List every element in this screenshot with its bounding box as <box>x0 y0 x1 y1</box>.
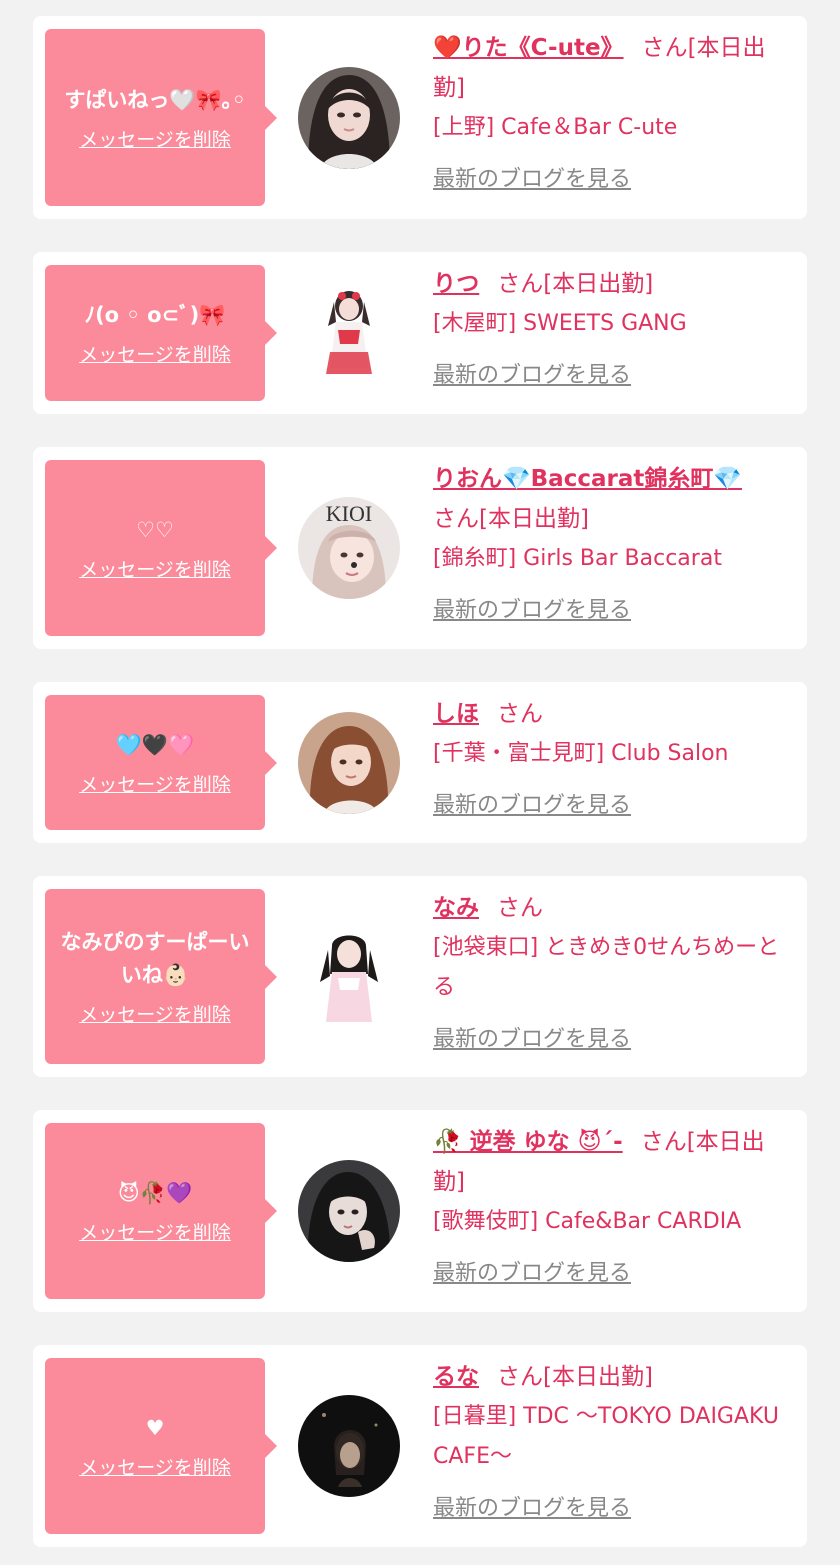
message-bubble: ♥ メッセージを削除 <box>45 1358 277 1534</box>
list-item: 🩵🖤🩷 メッセージを削除 しほ さん [千葉・富士見町] Club Salon 最… <box>33 682 807 843</box>
cast-name-link[interactable]: しほ <box>433 701 479 727</box>
message-bubble: 🩵🖤🩷 メッセージを削除 <box>45 695 277 830</box>
latest-blog-link[interactable]: 最新のブログを見る <box>433 786 631 826</box>
latest-blog-link[interactable]: 最新のブログを見る <box>433 1489 631 1529</box>
cast-info: るな さん[本日出勤] [日暮里] TDC 〜TOKYO DAIGAKU CAFE… <box>433 1357 793 1529</box>
cast-name-link[interactable]: 🥀 逆巻 ゆな 😈´- <box>433 1129 623 1155</box>
avatar[interactable] <box>298 712 400 814</box>
avatar-photo-runa <box>298 1395 400 1497</box>
list-item: なみぴのすーぱーいいね👶🏻 メッセージを削除 なみ さん [池袋東口] ときめき0… <box>33 876 807 1077</box>
avatar[interactable]: KIOI <box>298 497 400 599</box>
cast-name-link[interactable]: るな <box>433 1364 479 1390</box>
shop-name: [錦糸町] Girls Bar Baccarat <box>433 546 722 571</box>
message-bubble: 😈🥀💜 メッセージを削除 <box>45 1123 277 1299</box>
shop-name: [日暮里] TDC 〜TOKYO DAIGAKU CAFE〜 <box>433 1404 779 1469</box>
delete-message-link[interactable]: メッセージを削除 <box>79 125 231 152</box>
cast-suffix: さん <box>497 895 543 921</box>
avatar-photo-ritsu <box>298 282 400 384</box>
avatar-photo-nami <box>298 926 400 1028</box>
message-text: 😈🥀💜 <box>117 1181 193 1205</box>
avatar[interactable] <box>298 282 400 384</box>
delete-message-link[interactable]: メッセージを削除 <box>79 340 231 367</box>
delete-message-link[interactable]: メッセージを削除 <box>79 770 231 797</box>
shop-name: [木屋町] SWEETS GANG <box>433 311 687 336</box>
cast-name-link[interactable]: ❤️りた《C-ute》 <box>433 35 624 61</box>
message-text: ♡♡ <box>136 518 174 542</box>
cast-suffix: さん[本日出勤] <box>497 1364 653 1390</box>
latest-blog-link[interactable]: 最新のブログを見る <box>433 1254 631 1294</box>
avatar[interactable] <box>298 1395 400 1497</box>
cast-info: なみ さん [池袋東口] ときめき0せんちめーとる 最新のブログを見る <box>433 888 793 1060</box>
delete-message-link[interactable]: メッセージを削除 <box>79 1453 231 1480</box>
cast-suffix: さん[本日出勤] <box>497 271 654 297</box>
cast-name-line: りおん💎Baccarat錦糸町💎 <box>433 459 793 499</box>
cast-name-line: りつ さん[本日出勤] <box>433 264 793 304</box>
latest-blog-link[interactable]: 最新のブログを見る <box>433 356 631 396</box>
shop-name: [歌舞伎町] Cafe&Bar CARDIA <box>433 1209 742 1234</box>
message-text: なみぴのすーぱーいいね👶🏻 <box>60 930 250 987</box>
list-item: ♥ メッセージを削除 るな さん[本日出勤] [日暮里] TDC 〜TOKYO D… <box>33 1345 807 1547</box>
list-item: 😈🥀💜 メッセージを削除 🥀 逆巻 ゆな 😈´- さん[本日出勤] [歌舞伎町] … <box>33 1110 807 1312</box>
cast-suffix: さん[本日出勤] <box>433 506 589 532</box>
delete-message-link[interactable]: メッセージを削除 <box>79 555 231 582</box>
avatar-photo-shiho <box>298 712 400 814</box>
list-item: ﾉ(o ◦ o⊂ﾞ)🎀 メッセージを削除 りつ さん[本日出勤] [木屋町] SW… <box>33 252 807 414</box>
cast-info: りおん💎Baccarat錦糸町💎 さん[本日出勤] [錦糸町] Girls Ba… <box>433 459 793 631</box>
message-text: すぱいねっ🤍🎀｡◦ <box>64 87 246 112</box>
cast-suffix: さん <box>497 701 543 727</box>
cast-name-link[interactable]: なみ <box>433 895 479 921</box>
shop-name: [池袋東口] ときめき0せんちめーとる <box>433 935 780 1000</box>
avatar[interactable] <box>298 67 400 169</box>
cast-name-line: ❤️りた《C-ute》 さん[本日出勤] <box>433 28 793 108</box>
shop-name: [上野] Cafe＆Bar C-ute <box>433 115 678 140</box>
avatar[interactable] <box>298 1160 400 1262</box>
delete-message-link[interactable]: メッセージを削除 <box>79 1218 231 1245</box>
latest-blog-link[interactable]: 最新のブログを見る <box>433 1020 631 1060</box>
message-text: 🩵🖤🩷 <box>115 732 195 757</box>
cast-info: 🥀 逆巻 ゆな 😈´- さん[本日出勤] [歌舞伎町] Cafe&Bar CARD… <box>433 1122 793 1294</box>
message-text: ﾉ(o ◦ o⊂ﾞ)🎀 <box>84 303 226 327</box>
cast-suffix-line: さん[本日出勤] <box>433 499 793 539</box>
avatar-photo-rion: KIOI <box>298 497 400 599</box>
cast-name-line: 🥀 逆巻 ゆな 😈´- さん[本日出勤] <box>433 1122 793 1202</box>
cast-info: りつ さん[本日出勤] [木屋町] SWEETS GANG 最新のブログを見る <box>433 264 793 396</box>
list-item: すぱいねっ🤍🎀｡◦ メッセージを削除 ❤️りた《C-ute》 さん[本日出勤] [… <box>33 16 807 219</box>
shop-name: [千葉・富士見町] Club Salon <box>433 741 729 766</box>
delete-message-link[interactable]: メッセージを削除 <box>79 1000 231 1027</box>
cast-name-line: るな さん[本日出勤] <box>433 1357 793 1397</box>
cast-info: しほ さん [千葉・富士見町] Club Salon 最新のブログを見る <box>433 694 793 826</box>
svg-text:KIOI: KIOI <box>326 501 372 526</box>
cast-name-line: しほ さん <box>433 694 793 734</box>
cast-info: ❤️りた《C-ute》 さん[本日出勤] [上野] Cafe＆Bar C-ute … <box>433 28 793 200</box>
cast-name-link[interactable]: りつ <box>433 271 479 297</box>
message-bubble: なみぴのすーぱーいいね👶🏻 メッセージを削除 <box>45 889 277 1064</box>
list-item: ♡♡ メッセージを削除 KIOI りおん💎Baccarat錦糸町💎 さん[本日出… <box>33 447 807 649</box>
avatar-photo-yuna <box>298 1160 400 1262</box>
message-bubble: ﾉ(o ◦ o⊂ﾞ)🎀 メッセージを削除 <box>45 265 277 401</box>
latest-blog-link[interactable]: 最新のブログを見る <box>433 591 631 631</box>
avatar[interactable] <box>298 926 400 1028</box>
message-text: ♥ <box>145 1416 165 1440</box>
message-bubble: すぱいねっ🤍🎀｡◦ メッセージを削除 <box>45 29 277 206</box>
cast-name-link[interactable]: りおん💎Baccarat錦糸町💎 <box>433 466 742 492</box>
latest-blog-link[interactable]: 最新のブログを見る <box>433 160 631 200</box>
avatar-photo-rita <box>298 67 400 169</box>
cast-name-line: なみ さん <box>433 888 793 928</box>
message-bubble: ♡♡ メッセージを削除 <box>45 460 277 636</box>
